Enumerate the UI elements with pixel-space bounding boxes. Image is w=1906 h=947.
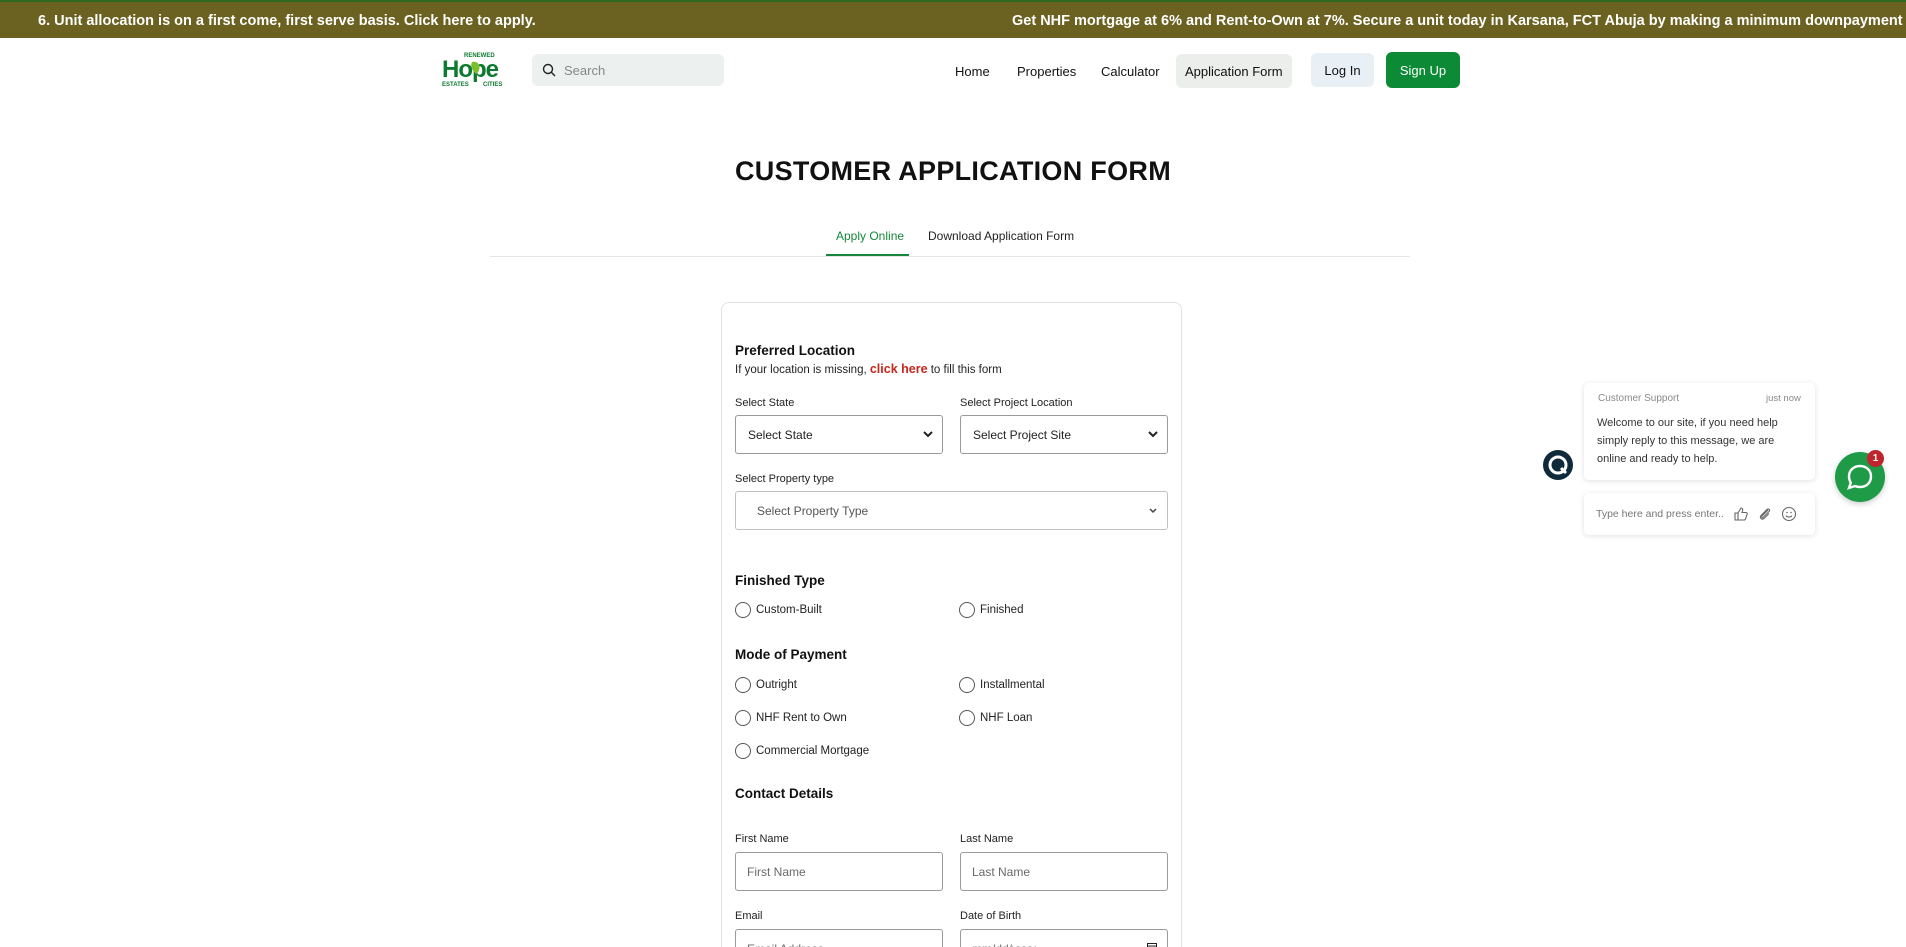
- first-name-label: First Name: [735, 833, 789, 845]
- chevron-down-icon: [1148, 431, 1158, 438]
- tab-apply-online[interactable]: Apply Online: [836, 229, 904, 243]
- radio-label: NHF Loan: [980, 712, 1033, 724]
- calendar-icon[interactable]: [1147, 942, 1157, 947]
- signup-button[interactable]: Sign Up: [1386, 52, 1460, 88]
- first-name-field-box[interactable]: [735, 852, 943, 891]
- radio-nhf-rent-to-own[interactable]: NHF Rent to Own: [735, 710, 847, 726]
- active-tab-indicator: [826, 254, 909, 256]
- banner-text-left[interactable]: 6. Unit allocation is on a first come, f…: [38, 13, 536, 29]
- property-type-select-value: Select Property Type: [757, 503, 869, 518]
- select-property-type-label: Select Property type: [735, 473, 835, 485]
- emoji-icon[interactable]: [1781, 506, 1797, 522]
- email-label: Email: [735, 910, 763, 922]
- date-of-birth-label: Date of Birth: [960, 910, 1022, 922]
- search-input[interactable]: [564, 62, 714, 78]
- note-suffix: to fill this form: [927, 364, 1002, 376]
- nav-home[interactable]: Home: [946, 54, 999, 88]
- page-title: CUSTOMER APPLICATION FORM: [735, 156, 1171, 186]
- radio-label: Finished: [980, 604, 1024, 616]
- chevron-down-icon: [1149, 508, 1157, 514]
- radio-installmental[interactable]: Installmental: [959, 677, 1045, 693]
- banner-rto-rate: 7%: [1323, 13, 1345, 29]
- radio-circle[interactable]: [959, 677, 975, 693]
- support-logo-icon: [1548, 455, 1568, 475]
- radio-circle[interactable]: [735, 743, 751, 759]
- radio-outright[interactable]: Outright: [735, 677, 797, 693]
- chat-input[interactable]: [1596, 508, 1724, 520]
- nav-application-form[interactable]: Application Form: [1176, 54, 1292, 88]
- radio-finished[interactable]: Finished: [959, 602, 1023, 618]
- radio-circle[interactable]: [959, 602, 975, 618]
- radio-custom-built[interactable]: Custom-Built: [735, 602, 822, 618]
- first-name-field[interactable]: [747, 864, 927, 879]
- banner-text-part1: Get NHF mortgage at: [1012, 13, 1162, 29]
- date-of-birth-field[interactable]: [972, 941, 1152, 947]
- radio-circle[interactable]: [735, 677, 751, 693]
- renewed-hope-logo[interactable]: RENEWED Hope ESTATES CITIES: [442, 50, 508, 88]
- property-type-select[interactable]: Select Property Type: [735, 491, 1168, 530]
- finished-type-heading: Finished Type: [735, 573, 825, 588]
- select-state-label: Select State: [735, 397, 795, 409]
- announcement-banner[interactable]: 6. Unit allocation is on a first come, f…: [0, 0, 1906, 38]
- radio-label: Custom-Built: [756, 604, 822, 616]
- state-select[interactable]: Select State: [735, 415, 943, 454]
- radio-nhf-loan[interactable]: NHF Loan: [959, 710, 1032, 726]
- logo-main-text: Hope: [442, 56, 499, 83]
- radio-label: Installmental: [980, 679, 1045, 691]
- last-name-label: Last Name: [960, 833, 1014, 845]
- paperclip-icon[interactable]: [1757, 506, 1773, 522]
- email-field-box[interactable]: [735, 929, 943, 947]
- nav-properties[interactable]: Properties: [1008, 54, 1085, 88]
- support-avatar[interactable]: [1543, 450, 1573, 480]
- tab-download-application-form[interactable]: Download Application Form: [928, 229, 1074, 243]
- tabs-divider: [490, 256, 1410, 257]
- radio-label: Commercial Mortgage: [756, 745, 870, 757]
- banner-nhf-rate: 6%: [1161, 13, 1183, 29]
- click-here-link[interactable]: click here: [870, 362, 928, 376]
- select-project-location-label: Select Project Location: [960, 397, 1073, 409]
- contact-details-heading: Contact Details: [735, 786, 834, 801]
- search-box[interactable]: [532, 54, 724, 86]
- date-of-birth-field-box[interactable]: [960, 929, 1168, 947]
- nav-calculator[interactable]: Calculator: [1092, 54, 1169, 88]
- radio-circle[interactable]: [959, 710, 975, 726]
- mode-of-payment-heading: Mode of Payment: [735, 647, 847, 662]
- missing-location-note: If your location is missing, click here …: [735, 362, 1002, 376]
- project-site-select-value: Select Project Site: [973, 427, 1072, 442]
- chat-message-text: Welcome to our site, if you need help si…: [1597, 417, 1778, 465]
- radio-circle[interactable]: [735, 710, 751, 726]
- unread-count-badge: 1: [1867, 450, 1884, 467]
- logo-left-text: ESTATES: [442, 82, 469, 88]
- chat-timestamp: just now: [1766, 393, 1801, 404]
- chat-sender-name: Customer Support: [1598, 393, 1680, 404]
- preferred-location-heading: Preferred Location: [735, 343, 856, 358]
- logo-right-text: CITIES: [483, 82, 502, 88]
- banner-text-right[interactable]: Get NHF mortgage at 6% and Rent-to-Own a…: [1012, 13, 1906, 29]
- radio-label: Outright: [756, 679, 797, 691]
- thumbs-up-icon[interactable]: [1733, 506, 1749, 522]
- login-button[interactable]: Log In: [1311, 53, 1374, 87]
- radio-circle[interactable]: [735, 602, 751, 618]
- state-select-value: Select State: [748, 427, 813, 442]
- search-icon: [542, 63, 556, 77]
- email-field[interactable]: [747, 941, 927, 947]
- chevron-down-icon: [923, 431, 933, 438]
- project-site-select[interactable]: Select Project Site: [960, 415, 1168, 454]
- radio-label: NHF Rent to Own: [756, 712, 847, 724]
- last-name-field[interactable]: [972, 864, 1152, 879]
- last-name-field-box[interactable]: [960, 852, 1168, 891]
- banner-text-part2: and Rent-to-Own at: [1182, 13, 1324, 29]
- radio-commercial-mortgage[interactable]: Commercial Mortgage: [735, 743, 869, 759]
- note-prefix: If your location is missing,: [735, 364, 870, 376]
- banner-text-part3: . Secure a unit today in Karsana, FCT Ab…: [1344, 13, 1906, 29]
